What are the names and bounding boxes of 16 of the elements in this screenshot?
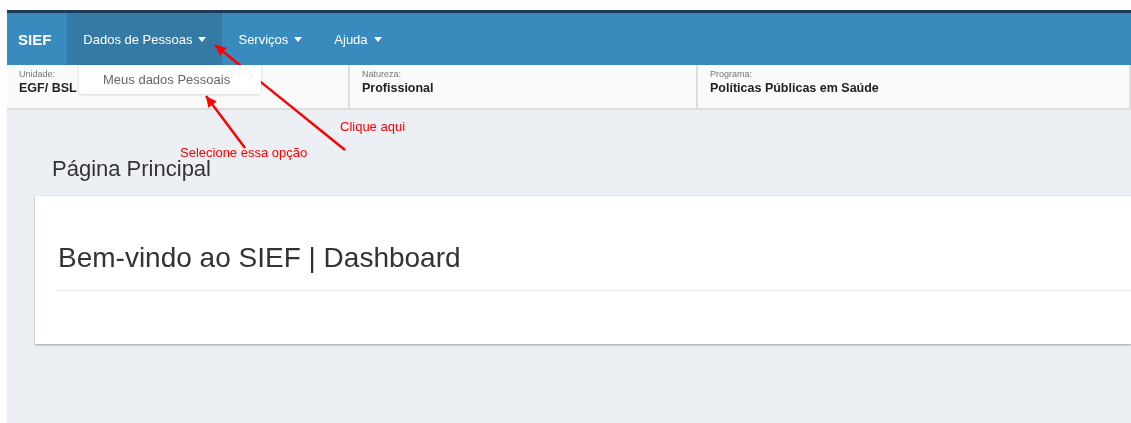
- field-value: Profissional: [362, 81, 435, 95]
- card-title: Bem-vindo ao SIEF | Dashboard: [58, 242, 1131, 291]
- nav-menu[interactable]: Dados de Pessoas: [67, 13, 223, 65]
- field-value: EGF/ BSL: [19, 81, 78, 95]
- field-label: Natureza:: [362, 69, 403, 79]
- field-label: Unidade:: [19, 69, 57, 79]
- annotation-text: Clique aqui: [340, 119, 406, 134]
- field-value: Políticas Públicas em Saúde: [710, 81, 880, 95]
- field-label: Programa:: [710, 69, 754, 79]
- caret-icon: [294, 36, 303, 42]
- nav-menu[interactable]: Serviços: [222, 13, 319, 65]
- brand-logo[interactable]: SIEF: [7, 13, 68, 65]
- nav-menu[interactable]: Ajuda: [318, 13, 398, 65]
- caret-icon: [198, 36, 207, 42]
- dropdown-item[interactable]: Meus dados Pessoais: [79, 72, 261, 87]
- caret-icon: [373, 36, 382, 42]
